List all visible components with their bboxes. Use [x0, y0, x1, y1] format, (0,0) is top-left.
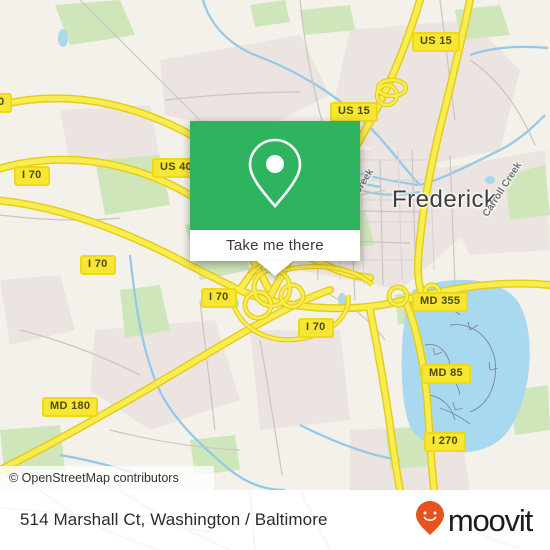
footer-bar: 514 Marshall Ct, Washington / Baltimore …	[0, 490, 550, 550]
moovit-wordmark: moovit	[447, 502, 533, 538]
road-shield-md-85[interactable]: MD 85	[421, 364, 471, 384]
city-label-frederick: Frederick	[392, 186, 497, 213]
moovit-logo[interactable]: moovit	[415, 500, 533, 541]
road-shield-us-15-north[interactable]: US 15	[330, 102, 379, 122]
road-shield-md-355[interactable]: MD 355	[412, 292, 469, 312]
road-shield-i-70-center[interactable]: I 70	[201, 288, 237, 308]
take-me-there-button-label: Take me there	[226, 237, 324, 254]
map-screenshot: Frederick l Creek Carroll Creek 0 US 40 …	[0, 0, 550, 550]
road-shield-i-270[interactable]: I 270	[424, 432, 466, 452]
road-shield-i-70-west[interactable]: I 70	[80, 255, 116, 275]
road-shield-us-15-northeast[interactable]: US 15	[412, 32, 461, 52]
road-shield-us-40-west-edge[interactable]: 0	[0, 93, 13, 113]
map-attribution[interactable]: © OpenStreetMap contributors	[0, 466, 214, 490]
road-shield-md-180[interactable]: MD 180	[42, 397, 99, 417]
location-popup-card[interactable]: Take me there	[190, 121, 360, 276]
popup-card-footer[interactable]: Take me there	[190, 230, 360, 261]
popup-card-pointer	[257, 261, 293, 276]
road-shield-i-70-northwest[interactable]: I 70	[14, 166, 50, 186]
popup-card-header	[190, 121, 360, 230]
road-shield-i-70-southeast[interactable]: I 70	[298, 318, 334, 338]
address-label: 514 Marshall Ct, Washington / Baltimore	[20, 510, 328, 529]
map-pin-icon	[245, 136, 305, 215]
moovit-pin-smile-icon	[415, 500, 445, 541]
attribution-text: © OpenStreetMap contributors	[9, 471, 179, 485]
